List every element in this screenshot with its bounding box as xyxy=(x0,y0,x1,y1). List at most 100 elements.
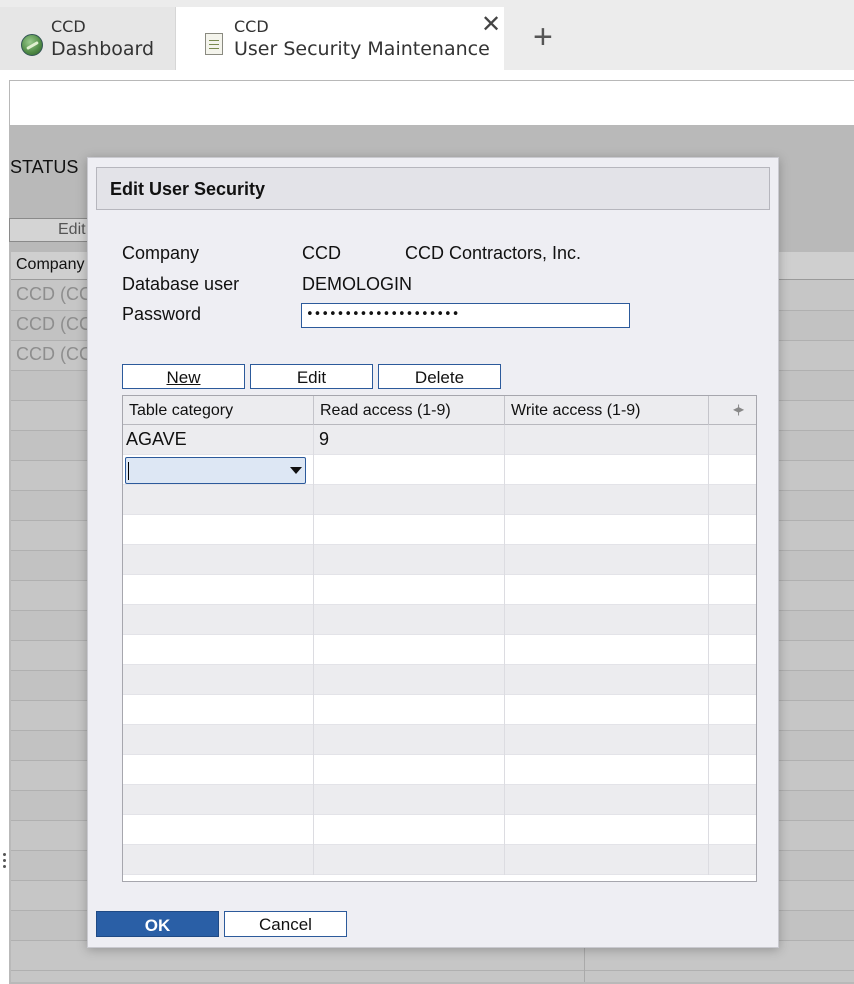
background-edit-button[interactable]: Edit xyxy=(9,218,99,242)
cell[interactable] xyxy=(505,755,709,785)
document-icon xyxy=(205,33,223,55)
new-button-label: New xyxy=(166,368,201,387)
ok-button[interactable]: OK xyxy=(96,911,219,937)
table-row[interactable] xyxy=(123,575,756,605)
cell-table-category[interactable]: AGAVE xyxy=(123,425,314,455)
new-button[interactable]: New xyxy=(122,364,245,389)
table-row[interactable] xyxy=(123,515,756,545)
tab-user-security-maintenance[interactable]: CCD User Security Maintenance ✕ xyxy=(176,7,504,70)
cell[interactable] xyxy=(314,845,505,875)
cell-spacer xyxy=(709,785,756,815)
company-name: CCD Contractors, Inc. xyxy=(405,243,582,263)
cell[interactable] xyxy=(123,725,314,755)
cell-spacer xyxy=(709,515,756,545)
cell[interactable] xyxy=(123,665,314,695)
cancel-button[interactable]: Cancel xyxy=(224,911,347,937)
cell[interactable] xyxy=(505,485,709,515)
table-row[interactable]: AGAVE 9 xyxy=(123,425,756,455)
table-row[interactable] xyxy=(123,815,756,845)
cell[interactable] xyxy=(123,545,314,575)
cell[interactable] xyxy=(505,665,709,695)
table-row[interactable] xyxy=(123,845,756,875)
cell-write-access[interactable] xyxy=(505,425,709,455)
cell[interactable] xyxy=(505,785,709,815)
table-row[interactable] xyxy=(123,605,756,635)
cell[interactable] xyxy=(314,815,505,845)
tab-bar: CCD Dashboard CCD User Security Maintena… xyxy=(0,0,854,70)
dropdown-arrow-icon[interactable] xyxy=(290,467,302,474)
column-header-read-access[interactable]: Read access (1-9) xyxy=(314,396,505,425)
cell-spacer xyxy=(709,545,756,575)
cell[interactable] xyxy=(123,635,314,665)
cell[interactable] xyxy=(505,725,709,755)
column-header-table-category[interactable]: Table category xyxy=(123,396,314,425)
password-field[interactable]: •••••••••••••••••••• xyxy=(301,303,630,328)
delete-button[interactable]: Delete xyxy=(378,364,501,389)
cell[interactable] xyxy=(314,485,505,515)
globe-icon xyxy=(21,34,43,56)
cell[interactable] xyxy=(314,665,505,695)
cell[interactable] xyxy=(505,515,709,545)
cell[interactable] xyxy=(123,845,314,875)
table-category-select[interactable] xyxy=(125,457,306,484)
cell[interactable] xyxy=(314,695,505,725)
cell[interactable] xyxy=(123,605,314,635)
tab-usm-company: CCD xyxy=(234,17,269,36)
cell[interactable] xyxy=(123,815,314,845)
cell[interactable] xyxy=(123,785,314,815)
table-row[interactable] xyxy=(123,545,756,575)
column-resize[interactable]: ◂|▸ xyxy=(709,396,756,425)
cell[interactable] xyxy=(314,515,505,545)
cell[interactable] xyxy=(123,575,314,605)
cell-spacer xyxy=(709,755,756,785)
cell[interactable] xyxy=(314,635,505,665)
cell[interactable] xyxy=(314,755,505,785)
grid-header: Table category Read access (1-9) Write a… xyxy=(123,396,756,425)
table-row[interactable] xyxy=(123,725,756,755)
cell-table-category[interactable] xyxy=(123,455,314,485)
cell[interactable] xyxy=(123,485,314,515)
tab-usm-label: User Security Maintenance xyxy=(234,38,490,60)
table-row[interactable] xyxy=(123,635,756,665)
cell-spacer xyxy=(709,575,756,605)
cell-spacer xyxy=(709,635,756,665)
edit-button[interactable]: Edit xyxy=(250,364,373,389)
cell[interactable] xyxy=(123,755,314,785)
cell[interactable] xyxy=(505,605,709,635)
add-tab-icon[interactable]: + xyxy=(533,20,553,54)
table-row[interactable] xyxy=(123,665,756,695)
column-resize-icon[interactable]: ◂|▸ xyxy=(733,402,744,416)
tab-dashboard[interactable]: CCD Dashboard xyxy=(0,7,176,70)
cell-read-access[interactable] xyxy=(314,455,505,485)
cell-read-access[interactable]: 9 xyxy=(314,425,505,455)
column-header-write-access[interactable]: Write access (1-9) xyxy=(505,396,709,425)
cell[interactable] xyxy=(314,605,505,635)
cell[interactable] xyxy=(505,845,709,875)
cell[interactable] xyxy=(123,515,314,545)
cell-spacer xyxy=(709,425,756,455)
status-label: STATUS xyxy=(10,157,79,177)
cell[interactable] xyxy=(505,545,709,575)
cell-spacer xyxy=(709,605,756,635)
cell-write-access[interactable] xyxy=(505,455,709,485)
toolbar-strip xyxy=(9,80,854,126)
cell-spacer xyxy=(709,665,756,695)
table-row[interactable] xyxy=(123,485,756,515)
company-code: CCD xyxy=(302,243,341,263)
drag-handle-icon[interactable] xyxy=(3,853,7,873)
cell[interactable] xyxy=(505,815,709,845)
cell[interactable] xyxy=(123,695,314,725)
table-row[interactable] xyxy=(123,695,756,725)
table-row[interactable] xyxy=(123,755,756,785)
cell[interactable] xyxy=(505,575,709,605)
cell[interactable] xyxy=(314,785,505,815)
close-icon[interactable]: ✕ xyxy=(481,13,501,37)
cell[interactable] xyxy=(505,635,709,665)
table-row[interactable] xyxy=(123,785,756,815)
table-row[interactable] xyxy=(123,455,756,485)
cell[interactable] xyxy=(314,545,505,575)
cell-spacer xyxy=(709,845,756,875)
cell[interactable] xyxy=(505,695,709,725)
cell[interactable] xyxy=(314,575,505,605)
cell[interactable] xyxy=(314,725,505,755)
